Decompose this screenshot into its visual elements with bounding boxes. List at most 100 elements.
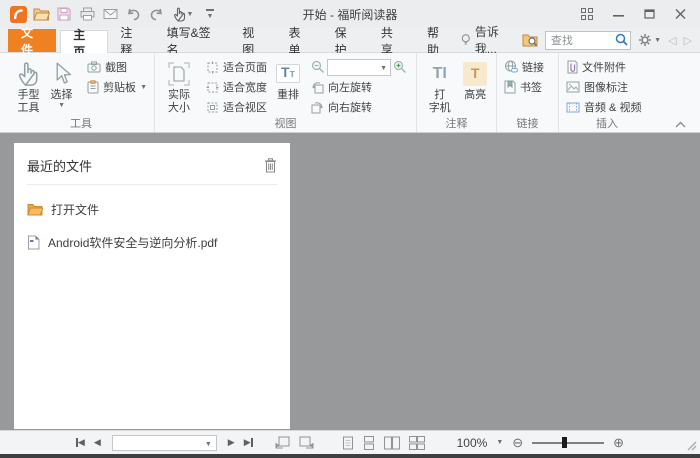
search-icon[interactable] <box>615 33 628 46</box>
hand-tool-label-1: 手型 <box>17 89 40 101</box>
history-back-chevron[interactable]: ◁ <box>668 34 676 47</box>
customize-toolbar-button[interactable]: ▼ <box>200 4 220 24</box>
single-page-button[interactable] <box>342 436 354 450</box>
previous-view-button[interactable] <box>275 436 290 449</box>
undo-button[interactable] <box>123 4 143 24</box>
open-file-button[interactable] <box>31 4 51 24</box>
email-icon <box>103 9 117 19</box>
audio-video-button[interactable]: 音频 & 视频 <box>563 97 644 117</box>
status-zoom-in-button[interactable]: ⊕ <box>613 436 624 449</box>
tab-share[interactable]: 共享 <box>369 26 415 57</box>
zoom-slider-track <box>532 441 605 444</box>
typewriter-button[interactable]: TI 打 字机 <box>421 56 458 115</box>
link-button[interactable]: 链接 <box>501 57 547 77</box>
settings-button[interactable]: ▼ <box>638 33 661 47</box>
tab-protect[interactable]: 保护 <box>323 26 369 57</box>
print-icon <box>80 7 94 21</box>
zoom-percent[interactable]: 100% <box>457 436 488 450</box>
reflow-icon: Tт <box>276 64 300 83</box>
actual-size-label-2: 大小 <box>168 102 190 114</box>
zoom-level-combobox[interactable]: ▼ <box>327 58 391 76</box>
print-button[interactable] <box>77 4 97 24</box>
recent-file-item[interactable]: Android软件安全与逆向分析.pdf <box>27 234 277 251</box>
recent-files-panel: 最近的文件 打开文件 Android软件安全与逆向分析.pdf <box>14 143 290 429</box>
clipboard-label: 剪贴板 <box>103 82 137 94</box>
minimize-button[interactable] <box>613 9 624 19</box>
tab-form[interactable]: 表单 <box>276 26 322 57</box>
redo-button[interactable] <box>146 4 166 24</box>
tab-help[interactable]: 帮助 <box>415 26 461 57</box>
facing-button[interactable] <box>383 436 400 450</box>
close-button[interactable] <box>675 9 686 19</box>
rotate-left-button[interactable]: 向左旋转 <box>308 77 410 97</box>
tab-view[interactable]: 视图 <box>230 26 276 57</box>
page-number-combobox[interactable]: ▼ <box>111 434 217 451</box>
fit-width-button[interactable]: 适合宽度 <box>203 77 270 97</box>
continuous-facing-button[interactable] <box>408 435 425 450</box>
actual-size-button[interactable]: 实际 大小 <box>159 56 199 115</box>
paperclip-file-icon <box>567 60 578 74</box>
zoom-slider-handle[interactable] <box>562 437 568 448</box>
maximize-icon <box>644 9 655 19</box>
search-folder-button[interactable] <box>522 33 538 47</box>
last-page-button[interactable]: ▶ <box>244 438 253 447</box>
save-icon <box>57 7 71 21</box>
fit-visible-icon <box>207 102 218 112</box>
rotate-right-button[interactable]: 向右旋转 <box>308 97 410 117</box>
ribbon-tab-bar: 文件 主页 注释 填写&签名 视图 表单 保护 共享 帮助 告诉我... 查找 … <box>0 25 700 59</box>
next-view-button[interactable] <box>299 436 314 449</box>
tab-fill-sign[interactable]: 填写&签名 <box>155 26 231 57</box>
zoom-combo-caret-icon: ▼ <box>380 64 387 72</box>
first-page-button[interactable]: ◀ <box>75 438 85 447</box>
single-page-icon <box>342 436 353 449</box>
chevron-up-icon <box>675 121 686 128</box>
zoom-slider[interactable] <box>532 437 605 448</box>
continuous-button[interactable] <box>363 435 375 450</box>
foxit-logo[interactable] <box>8 4 28 24</box>
highlight-button[interactable]: T 高亮 <box>458 56 492 102</box>
open-folder-icon <box>32 8 50 21</box>
status-zoom-out-button[interactable]: ⊖ <box>512 436 523 449</box>
snapshot-button[interactable]: 截图 <box>84 57 150 77</box>
collapse-ribbon-button[interactable] <box>675 121 686 128</box>
bookmark-button[interactable]: 书签 <box>501 77 547 97</box>
layout-grid-icon <box>581 8 593 20</box>
fit-visible-button[interactable]: 适合视区 <box>203 97 270 117</box>
next-page-button[interactable]: ▶ <box>228 438 235 447</box>
image-annotation-button[interactable]: 图像标注 <box>563 77 644 97</box>
fit-visible-label: 适合视区 <box>223 102 267 114</box>
tab-comment[interactable]: 注释 <box>108 26 154 57</box>
next-view-icon <box>299 436 314 449</box>
ribbon-zoom-in-button[interactable] <box>393 60 407 74</box>
select-button[interactable]: 选择 ▼ <box>45 56 78 109</box>
fit-page-button[interactable]: 适合页面 <box>203 57 270 77</box>
globe-link-icon <box>505 60 518 73</box>
clipboard-button[interactable]: 剪贴板 ▼ <box>84 77 150 97</box>
panel-divider <box>27 184 277 185</box>
ribbon-zoom-out-button[interactable] <box>311 60 325 74</box>
history-forward-chevron[interactable]: ▷ <box>684 34 692 47</box>
layout-grid-button[interactable] <box>581 8 593 20</box>
zoom-presets-caret-icon[interactable]: ▼ <box>496 439 503 446</box>
resize-grip-icon[interactable] <box>685 439 697 451</box>
tab-file[interactable]: 文件 <box>8 26 57 57</box>
email-button[interactable] <box>100 4 120 24</box>
clipboard-icon <box>87 80 99 94</box>
file-attachment-button[interactable]: 文件附件 <box>563 57 644 77</box>
hand-tool-quick-button[interactable]: ▼ <box>169 4 197 24</box>
hand-tool-button[interactable]: 手型 工具 <box>12 56 45 115</box>
open-file-item[interactable]: 打开文件 <box>27 201 277 218</box>
customize-toolbar-icon: ▼ <box>204 8 216 20</box>
tell-me-button[interactable]: 告诉我... <box>461 23 515 57</box>
save-button[interactable] <box>54 4 74 24</box>
ribbon-group-view: 实际 大小 适合页面 适合宽度 适合视区 Tт 重排 ▼ 向左旋转 向右旋转 视… <box>155 53 417 132</box>
foxit-logo-icon <box>9 5 27 23</box>
previous-page-button[interactable]: ◀ <box>94 438 101 447</box>
clear-recent-button[interactable] <box>264 158 277 173</box>
actual-size-icon <box>168 61 190 86</box>
tab-home[interactable]: 主页 <box>60 28 109 59</box>
gear-icon <box>639 34 652 46</box>
reflow-button[interactable]: Tт 重排 <box>270 56 306 102</box>
maximize-button[interactable] <box>644 9 655 19</box>
rotate-right-label: 向右旋转 <box>328 102 372 114</box>
